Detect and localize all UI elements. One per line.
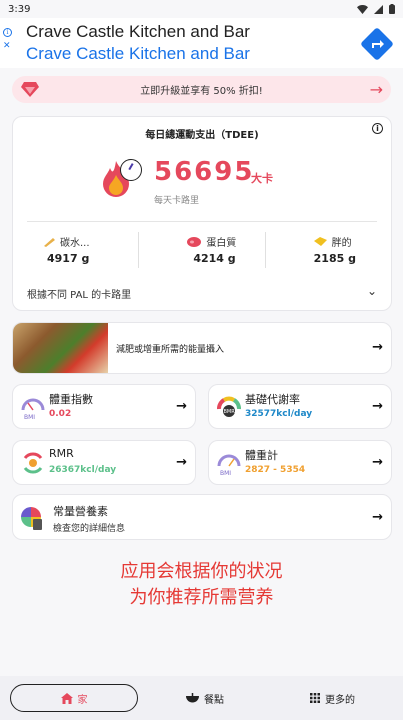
bmr-value: 32577kcl/day <box>245 409 313 419</box>
chevron-down-icon[interactable]: ⌄ <box>367 284 377 298</box>
rmr-card[interactable]: RMR 26367kcl/day → <box>12 440 196 485</box>
divider <box>27 221 377 222</box>
svg-text:BMR: BMR <box>224 409 236 415</box>
meal-bowl-icon <box>186 693 199 703</box>
bmr-gauge-icon: BMR <box>217 396 241 417</box>
butter-icon <box>313 237 327 246</box>
meat-icon <box>187 236 202 247</box>
battery-icon <box>389 4 395 14</box>
pal-calories-toggle[interactable]: 根據不同 PAL 的卡路里 ⌄ <box>27 284 377 301</box>
tdee-card: 每日總運動支出（TDEE) i 56695 大卡 每天卡路里 碳水... 491… <box>12 116 392 311</box>
tdee-value: 56695 <box>154 157 255 187</box>
macronutrients-row[interactable]: 常量營養素 檢查您的詳細信息 → <box>12 494 392 540</box>
tdee-subtitle: 每天卡路里 <box>154 196 200 206</box>
upgrade-promo-bar[interactable]: 立即升級並享有 50% 折扣! → <box>12 76 391 103</box>
rmr-icon <box>23 452 43 474</box>
food-image <box>13 323 108 373</box>
macro-carbs: 碳水... 4917 g <box>13 232 138 268</box>
svg-text:BMI: BMI <box>24 414 35 420</box>
ad-info-icon[interactable]: i <box>3 28 12 37</box>
scale-icon: BMI <box>217 454 241 476</box>
macro-label: 碳水... <box>60 238 90 249</box>
app-screen: 3:39 i ✕ Crave Castle Kitchen and Bar Cr… <box>0 0 403 720</box>
arrow-right-icon[interactable]: → <box>372 510 383 525</box>
macronutrients-subtitle: 檢查您的詳細信息 <box>53 524 126 534</box>
signal-icon <box>374 4 383 14</box>
info-icon[interactable]: i <box>372 123 383 134</box>
arrow-right-icon[interactable]: → <box>176 399 187 414</box>
energy-intake-row[interactable]: 減肥或增重所需的能量攝入 → <box>12 322 392 374</box>
macro-value: 2185 g <box>313 252 356 265</box>
status-bar: 3:39 <box>0 0 403 18</box>
rmr-title: RMR <box>49 447 74 460</box>
wifi-icon <box>357 4 368 14</box>
ad-directions-icon[interactable] <box>361 28 393 60</box>
tdee-title: 每日總運動支出（TDEE) <box>145 130 259 141</box>
rmr-value: 26367kcl/day <box>49 465 117 475</box>
nav-home-label: 家 <box>77 694 88 706</box>
ad-subtitle[interactable]: Crave Castle Kitchen and Bar <box>26 44 250 64</box>
scale-title: 體重計 <box>245 449 278 462</box>
bread-icon <box>44 237 55 247</box>
nav-more-label: 更多的 <box>325 694 355 706</box>
caption-line-2: 为你推荐所需营养 <box>129 587 274 608</box>
bmi-value: 0.02 <box>49 409 72 419</box>
clock-icon <box>120 159 142 181</box>
macro-fat: 胖的 2185 g <box>264 232 391 268</box>
diamond-icon <box>21 82 39 97</box>
bmi-card[interactable]: BMI 體重指數 0.02 → <box>12 384 196 429</box>
bmi-title: 體重指數 <box>49 393 93 406</box>
nav-more-tab[interactable]: 更多的 <box>275 684 390 712</box>
ad-close-icon[interactable]: ✕ <box>3 41 11 51</box>
nutrition-chart-icon <box>21 507 42 530</box>
energy-intake-label: 減肥或增重所需的能量攝入 <box>116 345 225 355</box>
arrow-right-icon[interactable]: → <box>372 340 383 355</box>
macronutrients-title: 常量營養素 <box>53 505 108 518</box>
svg-text:BMI: BMI <box>220 470 231 476</box>
scale-value: 2827 - 5354 <box>245 465 306 475</box>
caption-line-1: 应用会根据你的状况 <box>120 561 283 582</box>
arrow-right-icon[interactable]: → <box>176 455 187 470</box>
macro-protein: 蛋白質 4214 g <box>138 232 264 268</box>
nav-meals-tab[interactable]: 餐點 <box>150 684 260 712</box>
bottom-navigation: 家 餐點 更多的 <box>0 676 403 720</box>
arrow-right-icon[interactable]: → <box>370 80 383 99</box>
status-time: 3:39 <box>8 3 31 15</box>
nav-home-tab[interactable]: 家 <box>10 684 138 712</box>
grid-menu-icon <box>310 693 320 703</box>
pal-label: 根據不同 PAL 的卡路里 <box>27 290 132 301</box>
status-icons <box>357 4 395 14</box>
macro-label: 蛋白質 <box>206 238 237 249</box>
macro-label: 胖的 <box>331 238 352 249</box>
nav-meals-label: 餐點 <box>204 694 224 706</box>
ad-banner[interactable]: i ✕ Crave Castle Kitchen and Bar Crave C… <box>0 18 403 68</box>
tdee-unit: 大卡 <box>251 172 273 185</box>
macro-value: 4917 g <box>47 252 90 265</box>
macro-value: 4214 g <box>193 252 236 265</box>
arrow-right-icon[interactable]: → <box>372 399 383 414</box>
weight-scale-card[interactable]: BMI 體重計 2827 - 5354 → <box>208 440 392 485</box>
macro-row: 碳水... 4917 g 蛋白質 4214 g 胖的 2185 g <box>13 232 391 268</box>
bmr-title: 基礎代謝率 <box>245 393 300 406</box>
home-icon <box>60 692 73 704</box>
bmi-gauge-icon: BMI <box>21 398 45 420</box>
bmr-card[interactable]: BMR 基礎代謝率 32577kcl/day → <box>208 384 392 429</box>
promo-text: 立即升級並享有 50% 折扣! <box>140 86 263 97</box>
ad-title[interactable]: Crave Castle Kitchen and Bar <box>26 22 250 42</box>
arrow-right-icon[interactable]: → <box>372 455 383 470</box>
